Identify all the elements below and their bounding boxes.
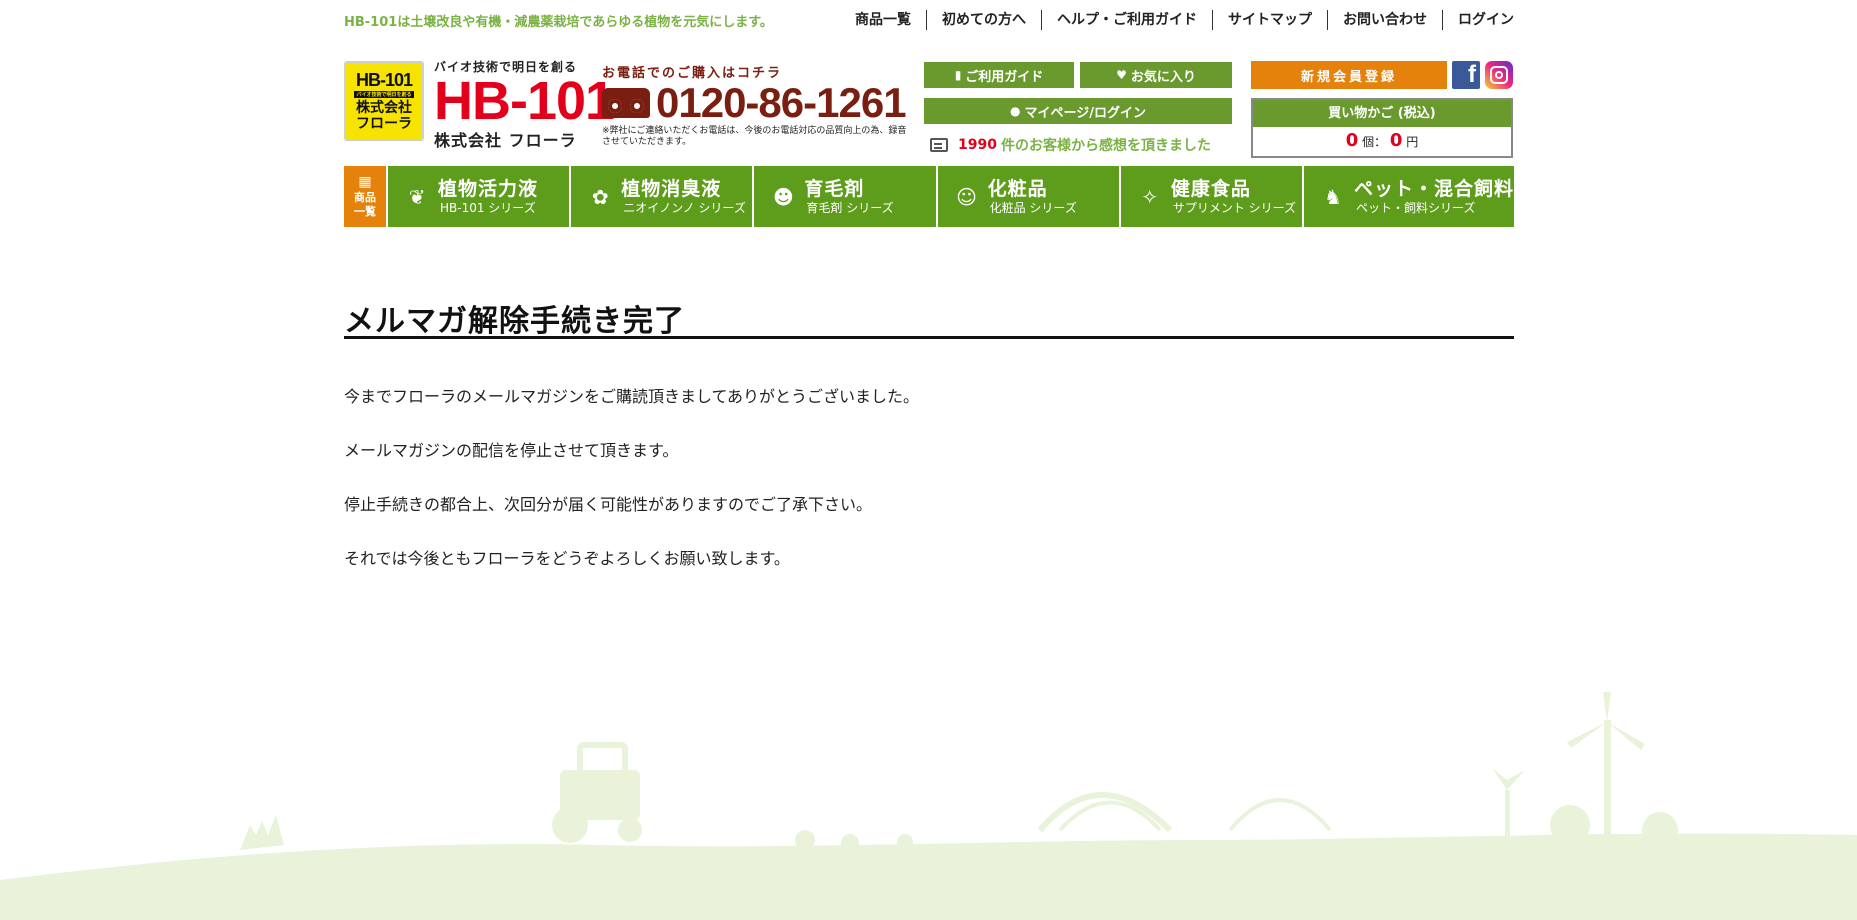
category-health-food[interactable]: ✧ 健康食品 サプリメント シリーズ [1118,166,1303,227]
category-all-label-2: 一覧 [354,204,376,218]
top-nav: 商品一覧 初めての方へ ヘルプ・ご利用ガイド サイトマップ お問い合わせ ログイ… [840,10,1514,30]
instagram-icon[interactable] [1485,61,1513,89]
sprout-icon: ❦ [408,184,426,209]
cart-total-unit: 円 [1406,135,1419,149]
category-all-label-1: 商品 [354,190,376,204]
phone-note: ※弊社にご連絡いただくお電話は、今後のお電話対応の品質向上の為、録音させていただ… [602,126,907,147]
top-nav-products[interactable]: 商品一覧 [840,10,926,30]
beginner-mark-icon: ▮ [954,68,962,82]
review-count[interactable]: 1990 件のお客様から感想を頂きました [930,135,1211,155]
category-sub: ペット・飼料シリーズ [1356,200,1476,215]
message-paragraph: メールマガジンの配信を停止させて頂きます。 [344,441,679,460]
category-sub: 化粧品 シリーズ [989,200,1077,215]
category-sub: ニオイノンノ シリーズ [623,200,746,215]
cart-summary: 0 個： 0 円 [1253,127,1511,156]
logo-badge-slogan: バイオ技術で明日を創る [354,91,414,98]
review-count-text: 件のお客様から感想を頂きました [1000,138,1211,154]
logo-badge-company-2: フローラ [356,116,412,132]
message-paragraph: それでは今後ともフローラをどうぞよろしくお願い致します。 [344,549,790,568]
logo-badge[interactable]: HB-101 バイオ技術で明日を創る 株式会社 フローラ [344,61,424,141]
favorites-button[interactable]: ♥ お気に入り [1080,62,1232,88]
guide-button[interactable]: ▮ ご利用ガイド [924,62,1074,88]
category-name: 植物活力液 [438,177,539,200]
top-nav-login[interactable]: ログイン [1442,10,1514,30]
cart-total: 0 [1389,130,1403,151]
category-sub: サプリメント シリーズ [1172,200,1297,215]
category-nav: ▦ 商品 一覧 ❦ 植物活力液 HB-101 シリーズ ✿ 植物消臭液 ニオイノンノ… [344,166,1515,227]
cart-item-count: 0 [1345,130,1359,151]
heart-icon: ♥ [1116,68,1127,82]
category-hair-growth[interactable]: ☻ 育毛剤 育毛剤 シリーズ [752,166,936,227]
category-plant-vitalizer[interactable]: ❦ 植物活力液 HB-101 シリーズ [386,166,570,227]
logo-brand: HB-101 [434,71,615,131]
cart-item-unit: 個： [1362,135,1387,149]
phone-number[interactable]: 0120-86-1261 [656,82,907,124]
hair-icon: ☻ [772,184,794,209]
facebook-icon[interactable]: f [1452,61,1480,89]
category-sub: HB-101 シリーズ [440,200,536,215]
phone-order-block: お電話でのご購入はコチラ 0120-86-1261 ※弊社にご連絡いただくお電話… [602,62,912,148]
title-divider [344,336,1514,339]
favorites-button-label: お気に入り [1130,69,1196,85]
top-nav-help[interactable]: ヘルプ・ご利用ガイド [1041,10,1212,30]
mypage-button-label: マイページ/ログイン [1024,105,1146,121]
mypage-button[interactable]: ● マイページ/ログイン [924,98,1232,124]
message-body: 今までフローラのメールマガジンをご購読頂きましてありがとうございました。 メール… [344,385,1514,601]
category-all-products[interactable]: ▦ 商品 一覧 [344,166,386,227]
cart-title: 買い物かご (税込) [1253,100,1511,127]
top-nav-beginners[interactable]: 初めての方へ [926,10,1041,30]
deodorant-icon: ✿ [591,184,609,209]
face-icon: ☺ [956,184,978,209]
review-icon [930,138,948,152]
category-name: 化粧品 [987,177,1048,200]
shopping-cart[interactable]: 買い物かご (税込) 0 個： 0 円 [1251,98,1513,158]
message-paragraph: 今までフローラのメールマガジンをご購読頂きましてありがとうございました。 [344,387,920,406]
category-name: 植物消臭液 [621,177,722,200]
phone-row: 0120-86-1261 [602,82,912,124]
health-icon: ✧ [1141,184,1159,209]
review-count-number: 1990 [958,137,997,153]
category-cosmetics[interactable]: ☺ 化粧品 化粧品 シリーズ [935,166,1119,227]
guide-button-label: ご利用ガイド [965,69,1044,85]
category-sub: 育毛剤 シリーズ [806,200,894,215]
category-name: 健康食品 [1170,177,1251,200]
freedial-icon [602,88,650,118]
pet-icon: ♞ [1324,184,1342,209]
logo-badge-brand: HB-101 [355,70,413,90]
register-button[interactable]: 新規会員登録 [1251,61,1447,89]
page-wrapper: HB-101は土壌改良や有機・減農薬栽培であらゆる植物を元気にします。 商品一覧… [344,0,1515,920]
page-title: メルマガ解除手続き完了 [344,304,685,340]
category-pet-feed[interactable]: ♞ ペット・混合飼料 ペット・飼料シリーズ [1302,166,1515,227]
message-paragraph: 停止手続きの都合上、次回分が届く可能性がありますのでご了承下さい。 [344,495,873,514]
top-nav-sitemap[interactable]: サイトマップ [1212,10,1327,30]
category-name: ペット・混合飼料 [1354,177,1515,200]
logo-text[interactable]: バイオ技術で明日を創る HB-101 株式会社 フローラ [434,58,615,151]
top-nav-contact[interactable]: お問い合わせ [1327,10,1442,30]
logo-badge-company-1: 株式会社 [356,100,412,116]
grid-icon: ▦ [358,173,372,190]
user-icon: ● [1010,104,1021,118]
site-tagline: HB-101は土壌改良や有機・減農薬栽培であらゆる植物を元気にします。 [344,15,773,30]
category-plant-deodorant[interactable]: ✿ 植物消臭液 ニオイノンノ シリーズ [569,166,753,227]
category-name: 育毛剤 [804,177,865,200]
